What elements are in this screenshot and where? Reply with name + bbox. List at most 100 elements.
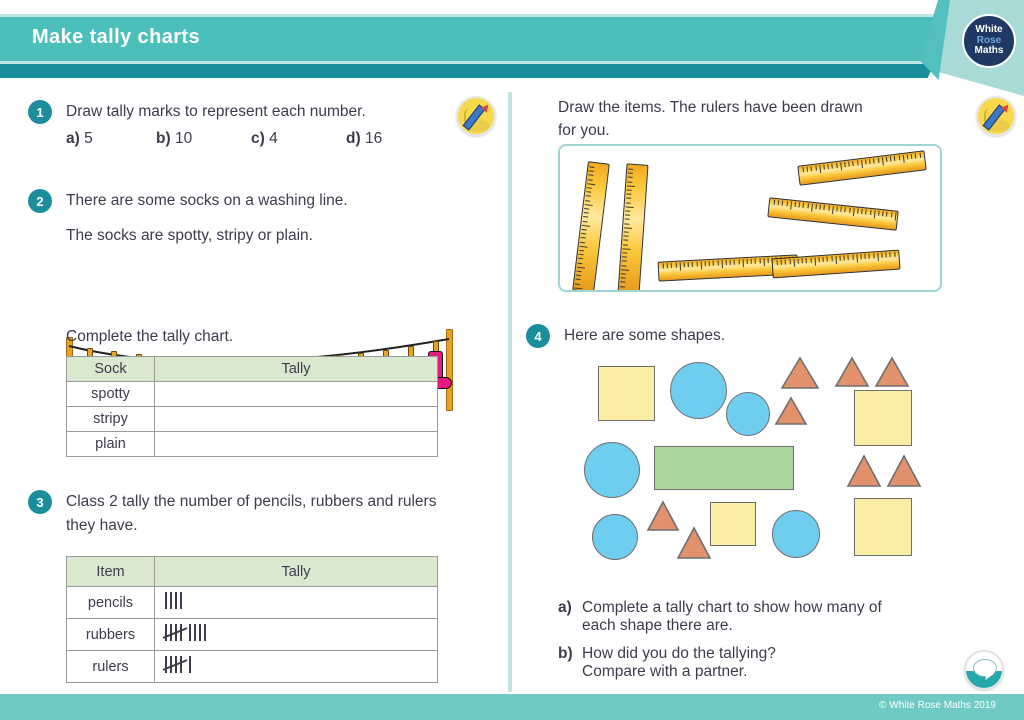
shape-triangle bbox=[780, 356, 820, 389]
part-a-label: a) bbox=[66, 130, 80, 148]
question-1-part-c: c) 4 bbox=[251, 130, 346, 148]
right-column: Draw the items. The rulers have been dra… bbox=[514, 92, 1024, 692]
sock-table-header-tally: Tally bbox=[154, 356, 438, 382]
sock-tally-table: Sock Tally spotty stripy plain bbox=[66, 356, 438, 457]
question-3-line-1: Class 2 tally the number of pencils, rub… bbox=[66, 493, 437, 510]
pencil-icon bbox=[456, 96, 496, 136]
rulers-task-line-1: Draw the items. The rulers have been dra… bbox=[558, 99, 863, 116]
question-1-part-a: a) 5 bbox=[66, 130, 156, 148]
page-title: Make tally charts bbox=[32, 26, 200, 48]
item-tally-table: Item Tally pencils rubbers rulers bbox=[66, 556, 438, 683]
shape-triangle bbox=[846, 454, 882, 487]
part-a-value: 5 bbox=[84, 130, 93, 148]
table-row: plain bbox=[66, 431, 438, 457]
item-table-header-row: Item Tally bbox=[66, 556, 438, 587]
tally-marks bbox=[165, 592, 182, 610]
part-a-label: a) bbox=[558, 599, 572, 616]
ruler-shape bbox=[617, 163, 649, 290]
shape-square bbox=[710, 502, 756, 546]
question-2-instruction: Complete the tally chart. bbox=[28, 325, 478, 348]
question-1-number: 1 bbox=[28, 100, 52, 124]
header-underbar bbox=[0, 64, 912, 78]
shape-triangle bbox=[646, 500, 680, 531]
shape-triangle bbox=[676, 526, 712, 559]
left-column: 1 Draw tally marks to represent each num… bbox=[0, 92, 506, 692]
item-row-pencils-label: pencils bbox=[66, 586, 155, 619]
shape-circle bbox=[772, 510, 820, 558]
item-row-rubbers-label: rubbers bbox=[66, 618, 155, 651]
ruler-shape bbox=[767, 197, 899, 231]
white-rose-maths-logo: White Rose Maths bbox=[962, 14, 1016, 68]
rulers-task: Draw the items. The rulers have been dra… bbox=[558, 96, 958, 143]
rulers-task-line-2: for you. bbox=[558, 122, 610, 140]
ruler-shape bbox=[797, 150, 927, 186]
shapes-illustration bbox=[558, 354, 978, 580]
part-a-line-2: each shape there are. bbox=[582, 617, 733, 634]
page-header: Make tally charts White Rose Maths bbox=[0, 0, 1024, 96]
item-table-header-item: Item bbox=[66, 556, 155, 587]
shape-circle bbox=[670, 362, 727, 419]
shape-square bbox=[854, 498, 912, 556]
part-b-value: 10 bbox=[174, 130, 193, 148]
question-1-prompt: Draw tally marks to represent each numbe… bbox=[66, 103, 366, 120]
sock-row-plain-tally-input[interactable] bbox=[154, 431, 438, 457]
sock-row-stripy-tally-input[interactable] bbox=[154, 406, 438, 432]
sock-row-plain-label: plain bbox=[66, 431, 155, 457]
sock-row-spotty-tally-input[interactable] bbox=[154, 381, 438, 407]
part-d-label: d) bbox=[346, 130, 361, 148]
shape-triangle bbox=[774, 396, 808, 425]
question-4-part-b: b) How did you do the tallying? Compare … bbox=[558, 645, 978, 681]
sock-table-header-row: Sock Tally bbox=[66, 356, 438, 382]
copyright-text: © White Rose Maths 2019 bbox=[879, 700, 996, 711]
part-b-text: How did you do the tallying? Compare wit… bbox=[582, 645, 776, 681]
question-4: 4 Here are some shapes. bbox=[526, 324, 966, 348]
question-3: 3 Class 2 tally the number of pencils, r… bbox=[28, 490, 498, 538]
shape-circle bbox=[584, 442, 640, 498]
tally-marks bbox=[165, 656, 191, 674]
sock-table-header-sock: Sock bbox=[66, 356, 155, 382]
part-b-line-2: Compare with a partner. bbox=[582, 663, 748, 680]
shape-triangle bbox=[834, 356, 870, 387]
speech-bubble-icon bbox=[964, 650, 1004, 690]
shape-circle bbox=[592, 514, 638, 560]
part-a-text: Complete a tally chart to show how many … bbox=[582, 599, 882, 635]
question-2-line-2: The socks are spotty, stripy or plain. bbox=[66, 227, 313, 245]
table-row: stripy bbox=[66, 406, 438, 432]
question-4-prompt: Here are some shapes. bbox=[564, 327, 726, 344]
logo-line-maths: Maths bbox=[974, 45, 1004, 57]
question-4-parts: a) Complete a tally chart to show how ma… bbox=[558, 594, 978, 681]
item-row-pencils-tally bbox=[154, 586, 438, 619]
item-row-rulers-tally bbox=[154, 650, 438, 683]
question-3-line-2: they have. bbox=[66, 517, 138, 535]
part-b-line-1: How did you do the tallying? bbox=[582, 645, 776, 662]
sock-row-spotty-label: spotty bbox=[66, 381, 155, 407]
question-1-part-b: b) 10 bbox=[156, 130, 251, 148]
question-3-number: 3 bbox=[28, 490, 52, 514]
question-1-part-d: d) 16 bbox=[346, 130, 382, 148]
shape-circle bbox=[726, 392, 770, 436]
part-c-label: c) bbox=[251, 130, 265, 148]
question-1: 1 Draw tally marks to represent each num… bbox=[28, 100, 468, 148]
table-row: pencils bbox=[66, 586, 438, 619]
question-2: 2 There are some socks on a washing line… bbox=[28, 189, 478, 248]
item-table-header-tally: Tally bbox=[154, 556, 438, 587]
item-row-rubbers-tally bbox=[154, 618, 438, 651]
column-divider bbox=[508, 92, 512, 692]
shape-square bbox=[854, 390, 912, 446]
question-2-line-1: There are some socks on a washing line. bbox=[66, 192, 348, 209]
question-4-part-a: a) Complete a tally chart to show how ma… bbox=[558, 599, 978, 635]
part-b-label: b) bbox=[558, 645, 573, 662]
part-c-value: 4 bbox=[269, 130, 278, 148]
item-row-rulers-label: rulers bbox=[66, 650, 155, 683]
shape-triangle bbox=[874, 356, 910, 387]
shape-rectangle bbox=[654, 446, 794, 490]
part-d-value: 16 bbox=[364, 130, 383, 148]
part-a-line-1: Complete a tally chart to show how many … bbox=[582, 599, 882, 616]
part-b-label: b) bbox=[156, 130, 171, 148]
table-row: rulers bbox=[66, 650, 438, 683]
page-footer: © White Rose Maths 2019 bbox=[0, 694, 1024, 720]
pencil-icon bbox=[976, 96, 1016, 136]
ruler-drawing-box[interactable] bbox=[558, 144, 942, 292]
shape-triangle bbox=[886, 454, 922, 487]
shape-square bbox=[598, 366, 655, 421]
